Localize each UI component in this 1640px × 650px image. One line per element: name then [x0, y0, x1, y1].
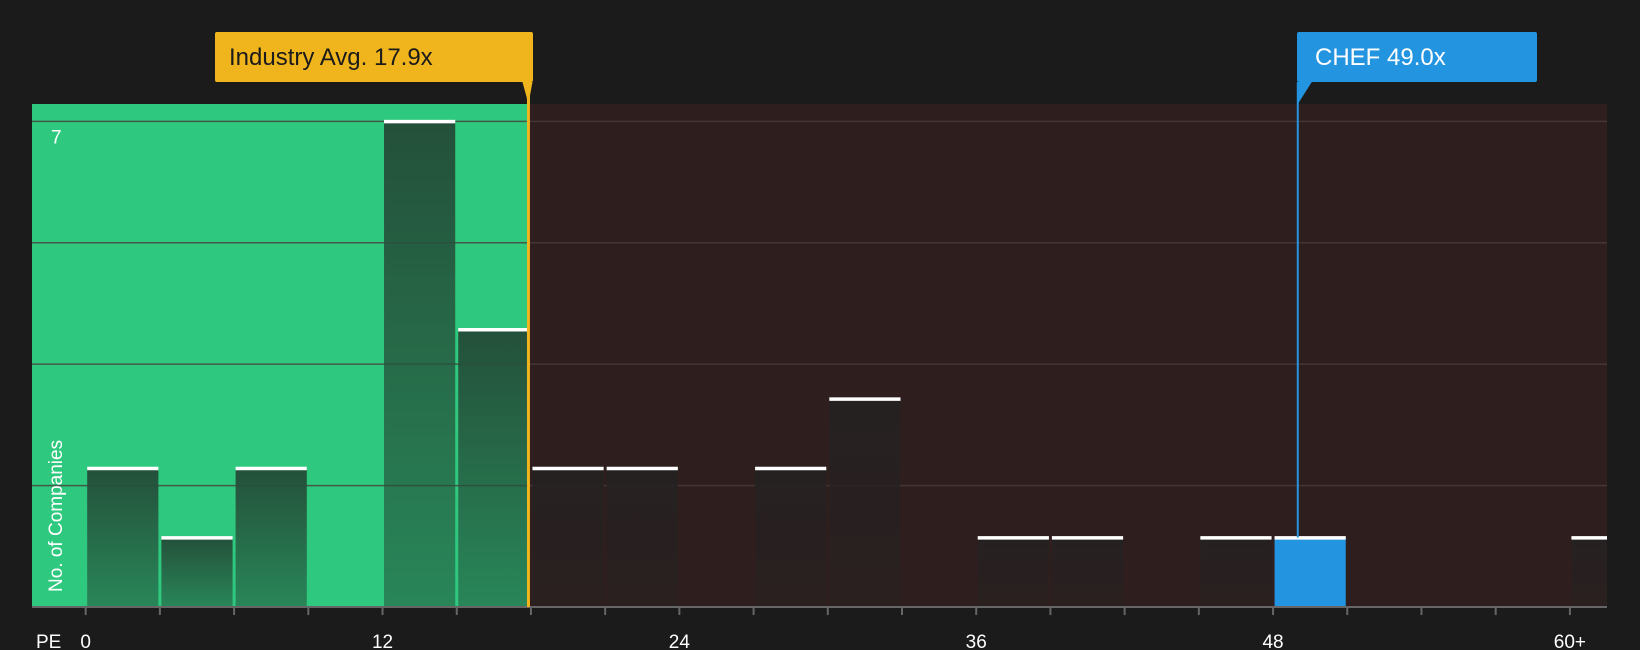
bar-cap — [87, 466, 159, 471]
x-tick-label: 24 — [669, 632, 691, 650]
bar-cap — [384, 119, 456, 124]
bar-cap — [1200, 536, 1272, 540]
x-tick-label: 12 — [372, 632, 393, 650]
bar-cap — [1051, 536, 1124, 540]
bar — [1571, 537, 1607, 607]
above-average-zone — [528, 104, 1607, 607]
bar — [1051, 537, 1124, 607]
bar-cap — [977, 536, 1049, 540]
bar — [532, 468, 604, 607]
bar — [1200, 537, 1272, 607]
bar — [829, 398, 901, 607]
x-tick-label: 48 — [1262, 632, 1283, 650]
bar — [755, 468, 827, 607]
bar-cap — [235, 466, 307, 471]
bar — [161, 537, 233, 607]
bar — [458, 329, 530, 607]
bar-cap — [1274, 536, 1346, 540]
bar — [606, 468, 678, 607]
bar-cap — [606, 466, 678, 471]
company-pointer — [1297, 82, 1312, 104]
pe-distribution-chart: 0 12 24 36 48 60+ 7 Industry Avg. 17.9x CHEF 49… — [32, 32, 1607, 650]
bar-cap — [755, 466, 827, 471]
x-tick-label: 36 — [966, 632, 987, 650]
bar — [1274, 537, 1346, 607]
bar-cap — [1571, 536, 1607, 540]
y-tick-label: 7 — [51, 127, 62, 148]
industry-average-label: Industry Avg. 17.9x — [229, 44, 433, 71]
x-axis-label: PE — [36, 632, 61, 650]
bar-cap — [532, 466, 604, 471]
bar-cap — [829, 397, 901, 401]
x-tick-label: 60+ — [1554, 632, 1586, 650]
bar-cap — [161, 536, 233, 540]
bar-cap — [458, 327, 530, 332]
bar — [977, 537, 1049, 607]
x-tick-label: 0 — [80, 632, 91, 650]
company-label: CHEF 49.0x — [1315, 44, 1446, 71]
y-axis-label: No. of Companies — [46, 440, 67, 592]
bar — [384, 121, 456, 608]
bar — [87, 468, 159, 607]
bar — [235, 468, 307, 607]
